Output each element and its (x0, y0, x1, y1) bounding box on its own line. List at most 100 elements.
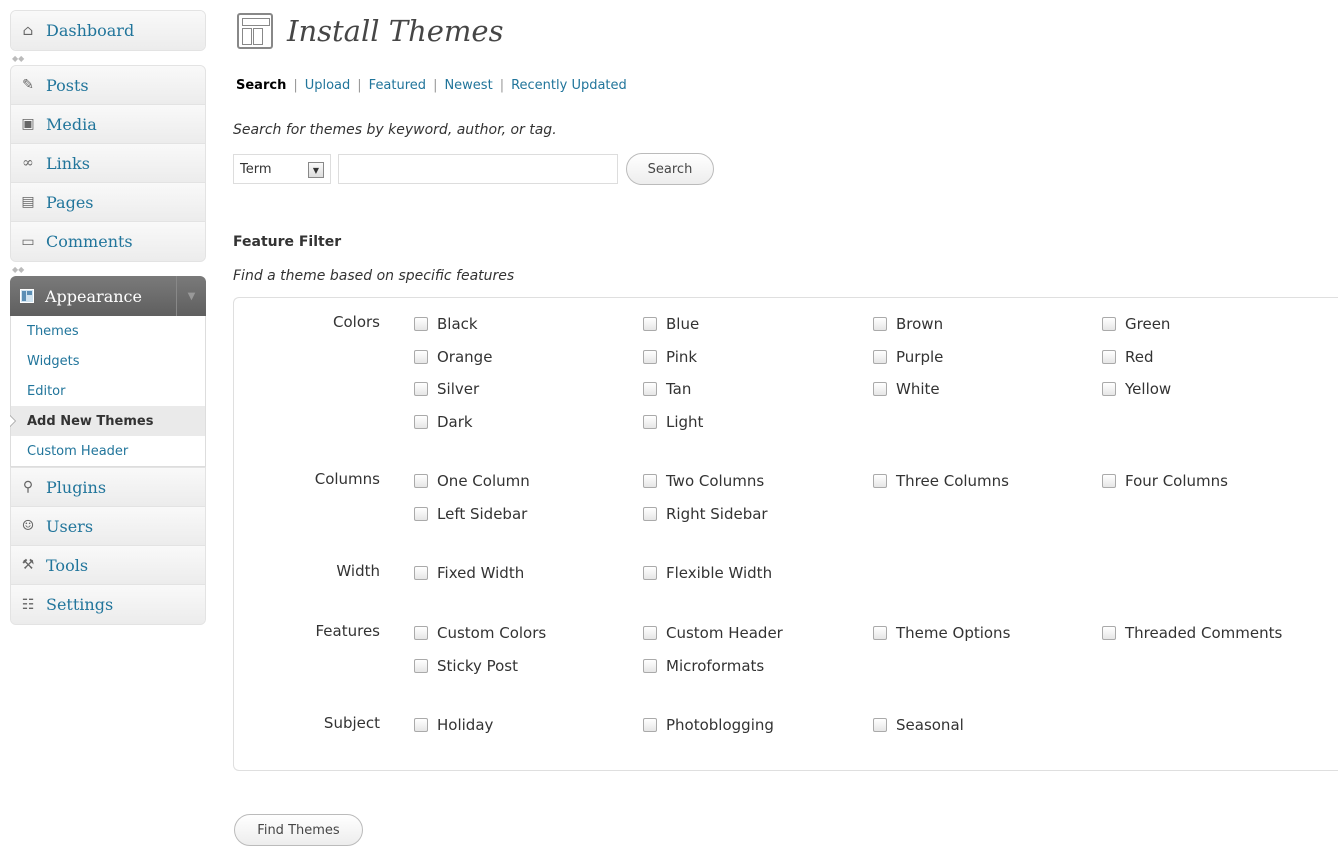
filter-option[interactable]: Blue (643, 313, 699, 335)
filter-option[interactable]: Three Columns (873, 470, 1009, 492)
filter-option[interactable]: Theme Options (873, 622, 1010, 644)
filter-option[interactable]: Sticky Post (414, 655, 518, 677)
menu-item-label: Users (46, 516, 94, 536)
menu-item-label: Posts (46, 75, 89, 95)
filter-option[interactable]: Silver (414, 378, 479, 400)
subnav-featured[interactable]: Featured (369, 78, 426, 93)
checkbox[interactable] (1102, 317, 1116, 331)
menu-item-label: Links (46, 153, 90, 173)
checkbox[interactable] (414, 382, 428, 396)
checkbox[interactable] (643, 414, 657, 429)
filter-option[interactable]: Yellow (1102, 378, 1171, 400)
checkbox[interactable] (643, 349, 657, 364)
checkbox[interactable] (414, 718, 428, 732)
filter-option[interactable]: Tan (643, 378, 691, 400)
checkbox[interactable] (643, 317, 657, 331)
checkbox[interactable] (873, 382, 887, 396)
subnav-search[interactable]: Search (236, 78, 286, 93)
filter-group-label: Colors (333, 313, 380, 331)
filter-option[interactable]: Flexible Width (643, 562, 772, 584)
find-themes-button[interactable]: Find Themes (234, 814, 363, 846)
checkbox[interactable] (873, 626, 887, 640)
menu-item-settings[interactable]: ☷ Settings (11, 585, 205, 624)
menu-separator[interactable]: ◆◆ (10, 262, 206, 276)
admin-sidebar: ⌂ Dashboard ◆◆ ✎ Posts ▣ Media ∞ Links ▤… (10, 10, 206, 625)
filter-option[interactable]: One Column (414, 470, 530, 492)
checkbox[interactable] (414, 626, 428, 640)
filter-option[interactable]: Seasonal (873, 714, 964, 736)
menu-item-links[interactable]: ∞ Links (11, 144, 205, 183)
search-button[interactable]: Search (626, 153, 714, 185)
filter-option[interactable]: Green (1102, 313, 1170, 335)
menu-item-label: Comments (46, 232, 133, 251)
checkbox[interactable] (414, 658, 428, 673)
checkbox[interactable] (414, 349, 428, 364)
subnav-recently-updated[interactable]: Recently Updated (511, 78, 627, 93)
menu-item-appearance[interactable]: Appearance ▼ (10, 276, 206, 316)
menu-item-media[interactable]: ▣ Media (11, 105, 205, 144)
checkbox[interactable] (873, 474, 887, 488)
filter-option[interactable]: Black (414, 313, 478, 335)
subnav-newest[interactable]: Newest (444, 78, 492, 93)
checkbox[interactable] (643, 626, 657, 640)
checkbox[interactable] (873, 718, 887, 732)
checkbox[interactable] (1102, 626, 1116, 640)
menu-item-plugins[interactable]: ⚲ Plugins (11, 468, 205, 507)
search-input[interactable] (338, 154, 618, 184)
checkbox[interactable] (643, 566, 657, 580)
filter-option[interactable]: Brown (873, 313, 943, 335)
feature-filter-title: Feature Filter (233, 234, 342, 250)
filter-option-label: Fixed Width (437, 564, 525, 582)
filter-option[interactable]: Light (643, 411, 703, 433)
filter-option[interactable]: White (873, 378, 940, 400)
filter-option[interactable]: Custom Header (643, 622, 783, 644)
checkbox[interactable] (643, 506, 657, 521)
filter-option[interactable]: Holiday (414, 714, 493, 736)
checkbox[interactable] (643, 718, 657, 732)
filter-option[interactable]: Two Columns (643, 470, 764, 492)
menu-item-tools[interactable]: ⚒ Tools (11, 546, 205, 585)
filter-option[interactable]: Orange (414, 346, 492, 368)
filter-option[interactable]: Left Sidebar (414, 503, 527, 525)
submenu-toggle-icon[interactable]: ▼ (176, 276, 206, 316)
filter-option[interactable]: Custom Colors (414, 622, 546, 644)
filter-option[interactable]: Microformats (643, 655, 764, 677)
submenu-item-widgets[interactable]: Widgets (11, 346, 205, 376)
menu-item-posts[interactable]: ✎ Posts (11, 66, 205, 105)
submenu-item-editor[interactable]: Editor (11, 376, 205, 406)
filter-option[interactable]: Photoblogging (643, 714, 774, 736)
filter-option[interactable]: Four Columns (1102, 470, 1228, 492)
checkbox[interactable] (1102, 474, 1116, 488)
checkbox[interactable] (414, 474, 428, 488)
checkbox[interactable] (643, 658, 657, 673)
checkbox[interactable] (414, 414, 428, 429)
checkbox[interactable] (414, 506, 428, 521)
submenu-item-add-new-themes[interactable]: Add New Themes (10, 406, 205, 436)
filter-option[interactable]: Threaded Comments (1102, 622, 1282, 644)
checkbox[interactable] (643, 382, 657, 396)
menu-item-dashboard[interactable]: ⌂ Dashboard (11, 11, 205, 50)
filter-option[interactable]: Purple (873, 346, 943, 368)
filter-option[interactable]: Right Sidebar (643, 503, 768, 525)
menu-item-comments[interactable]: ▭ Comments (11, 222, 205, 261)
search-type-select[interactable]: Term ▼ (233, 154, 331, 184)
filter-option[interactable]: Pink (643, 346, 697, 368)
menu-separator[interactable]: ◆◆ (10, 51, 206, 65)
filter-option[interactable]: Dark (414, 411, 473, 433)
menu-item-label: Tools (46, 555, 89, 575)
checkbox[interactable] (873, 317, 887, 331)
checkbox[interactable] (414, 317, 428, 331)
menu-item-pages[interactable]: ▤ Pages (11, 183, 205, 222)
filter-option[interactable]: Red (1102, 346, 1154, 368)
checkbox[interactable] (643, 474, 657, 488)
submenu-item-custom-header[interactable]: Custom Header (11, 436, 205, 466)
menu-group-appearance: Appearance ▼ Themes Widgets Editor Add N… (10, 276, 206, 467)
checkbox[interactable] (1102, 349, 1116, 364)
submenu-item-themes[interactable]: Themes (11, 316, 205, 346)
menu-item-users[interactable]: ☺ Users (11, 507, 205, 546)
filter-option[interactable]: Fixed Width (414, 562, 524, 584)
checkbox[interactable] (414, 566, 428, 580)
checkbox[interactable] (873, 349, 887, 364)
subnav-upload[interactable]: Upload (305, 78, 351, 93)
checkbox[interactable] (1102, 382, 1116, 396)
